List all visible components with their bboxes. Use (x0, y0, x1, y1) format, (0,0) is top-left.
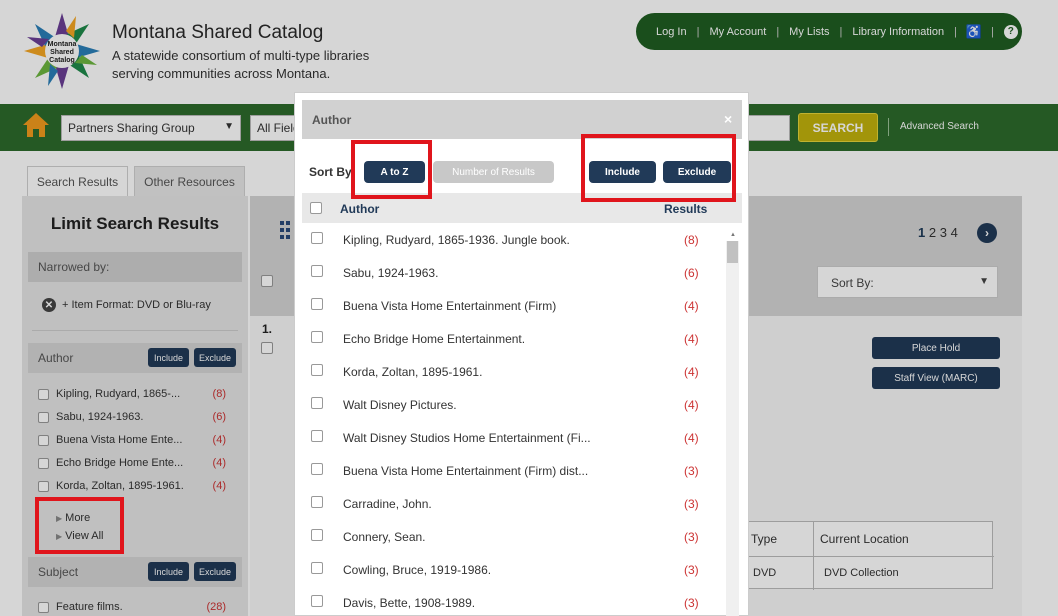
select-all-checkbox[interactable] (310, 202, 322, 214)
list-item[interactable]: Echo Bridge Home Entertainment. (4) (302, 322, 726, 355)
list-item[interactable]: Buena Vista Home Entertainment (Firm) (4) (302, 289, 726, 322)
author-name: Buena Vista Home Entertainment (Firm) (343, 299, 557, 313)
author-list: Kipling, Rudyard, 1865-1936. Jungle book… (302, 223, 726, 616)
author-count: (3) (684, 530, 699, 544)
list-item[interactable]: Walt Disney Pictures. (4) (302, 388, 726, 421)
list-item[interactable]: Davis, Bette, 1908-1989. (3) (302, 586, 726, 616)
author-checkbox[interactable] (311, 331, 323, 343)
author-count: (8) (684, 233, 699, 247)
author-name: Carradine, John. (343, 497, 432, 511)
author-name: Kipling, Rudyard, 1865-1936. Jungle book… (343, 233, 570, 247)
scrollbar-thumb[interactable] (727, 241, 738, 263)
author-count: (4) (684, 332, 699, 346)
scroll-up-icon[interactable]: ▲ (730, 232, 736, 238)
highlight-include-exclude (581, 134, 736, 202)
author-checkbox[interactable] (311, 463, 323, 475)
author-name: Echo Bridge Home Entertainment. (343, 332, 526, 346)
modal-title: Author (312, 113, 352, 127)
author-name: Sabu, 1924-1963. (343, 266, 439, 280)
sort-number-of-results-button[interactable]: Number of Results (433, 161, 554, 183)
author-checkbox[interactable] (311, 529, 323, 541)
list-item[interactable]: Sabu, 1924-1963. (6) (302, 256, 726, 289)
list-item[interactable]: Buena Vista Home Entertainment (Firm) di… (302, 454, 726, 487)
list-item[interactable]: Cowling, Bruce, 1919-1986. (3) (302, 553, 726, 586)
close-icon[interactable]: × (724, 111, 732, 127)
author-name: Cowling, Bruce, 1919-1986. (343, 563, 492, 577)
author-name: Walt Disney Studios Home Entertainment (… (343, 431, 591, 445)
list-item[interactable]: Carradine, John. (3) (302, 487, 726, 520)
author-checkbox[interactable] (311, 562, 323, 574)
author-count: (6) (684, 266, 699, 280)
column-author[interactable]: Author (340, 202, 379, 216)
author-checkbox[interactable] (311, 265, 323, 277)
author-count: (4) (684, 431, 699, 445)
author-checkbox[interactable] (311, 595, 323, 607)
author-checkbox[interactable] (311, 430, 323, 442)
author-checkbox[interactable] (311, 298, 323, 310)
author-count: (4) (684, 299, 699, 313)
author-name: Walt Disney Pictures. (343, 398, 457, 412)
author-checkbox[interactable] (311, 397, 323, 409)
author-checkbox[interactable] (311, 364, 323, 376)
author-count: (4) (684, 398, 699, 412)
list-item[interactable]: Connery, Sean. (3) (302, 520, 726, 553)
author-checkbox[interactable] (311, 232, 323, 244)
author-checkbox[interactable] (311, 496, 323, 508)
author-count: (4) (684, 365, 699, 379)
list-item[interactable]: Korda, Zoltan, 1895-1961. (4) (302, 355, 726, 388)
author-count: (3) (684, 563, 699, 577)
highlight-more-view-all (35, 497, 124, 554)
author-count: (3) (684, 497, 699, 511)
list-item[interactable]: Kipling, Rudyard, 1865-1936. Jungle book… (302, 223, 726, 256)
highlight-sort-az (351, 140, 432, 199)
author-name: Connery, Sean. (343, 530, 426, 544)
author-name: Korda, Zoltan, 1895-1961. (343, 365, 483, 379)
author-name: Buena Vista Home Entertainment (Firm) di… (343, 464, 589, 478)
column-results[interactable]: Results (664, 202, 707, 216)
author-name: Davis, Bette, 1908-1989. (343, 596, 476, 610)
author-count: (3) (684, 464, 699, 478)
list-item[interactable]: Walt Disney Studios Home Entertainment (… (302, 421, 726, 454)
sort-by-label: Sort By (309, 165, 352, 179)
author-count: (3) (684, 596, 699, 610)
modal-scrollbar[interactable] (726, 241, 739, 616)
